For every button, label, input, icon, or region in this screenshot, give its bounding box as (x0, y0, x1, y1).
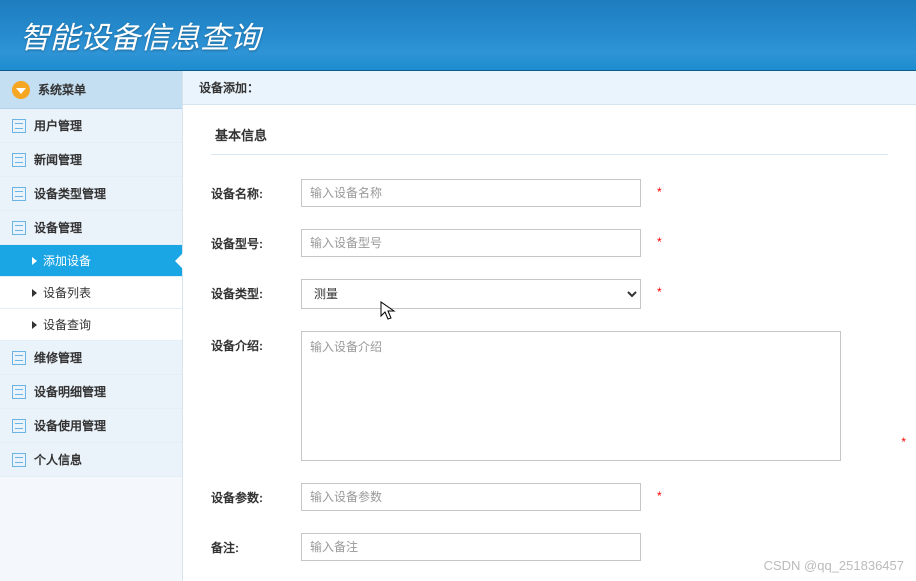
label-device-params: 设备参数: (211, 483, 301, 506)
list-icon (12, 351, 26, 365)
label-device-type: 设备类型: (211, 279, 301, 302)
select-device-type[interactable]: 测量 (301, 279, 641, 309)
sub-item-label: 设备查询 (43, 316, 91, 333)
sidebar-item-label: 用户管理 (34, 117, 82, 134)
sub-item-add-device[interactable]: 添加设备 (0, 245, 182, 277)
sidebar-item-user[interactable]: 用户管理 (0, 109, 182, 143)
list-icon (12, 453, 26, 467)
sidebar-item-label: 设备使用管理 (34, 417, 106, 434)
list-icon (12, 153, 26, 167)
sidebar-item-label: 新闻管理 (34, 151, 82, 168)
arrow-right-icon (32, 257, 37, 265)
sidebar-item-label: 维修管理 (34, 349, 82, 366)
arrow-right-icon (32, 321, 37, 329)
sidebar-item-label: 个人信息 (34, 451, 82, 468)
sidebar-item-device-detail[interactable]: 设备明细管理 (0, 375, 182, 409)
main-content: 设备添加： 基本信息 设备名称: * 设备型号: * 设备类型: 测量 * (183, 71, 916, 581)
sidebar-menu-title: 系统菜单 (38, 81, 86, 98)
list-icon (12, 187, 26, 201)
sidebar-item-device-usage[interactable]: 设备使用管理 (0, 409, 182, 443)
sub-item-device-list[interactable]: 设备列表 (0, 277, 182, 309)
app-title: 智能设备信息查询 (20, 13, 260, 57)
sidebar-menu-header[interactable]: 系统菜单 (0, 71, 182, 109)
input-device-params[interactable] (301, 483, 641, 511)
required-mark: * (657, 483, 662, 503)
sidebar-item-profile[interactable]: 个人信息 (0, 443, 182, 477)
sub-item-label: 添加设备 (43, 252, 91, 269)
label-device-model: 设备型号: (211, 229, 301, 252)
list-icon (12, 419, 26, 433)
input-device-model[interactable] (301, 229, 641, 257)
list-icon (12, 221, 26, 235)
list-icon (12, 385, 26, 399)
required-mark: * (657, 179, 662, 199)
required-mark: * (901, 429, 906, 449)
label-remark: 备注: (211, 533, 301, 556)
breadcrumb-text: 设备添加： (199, 79, 259, 96)
sidebar-item-repair[interactable]: 维修管理 (0, 341, 182, 375)
sidebar-item-device[interactable]: 设备管理 (0, 211, 182, 245)
sidebar-item-label: 设备明细管理 (34, 383, 106, 400)
input-remark[interactable] (301, 533, 641, 561)
required-mark: * (657, 279, 662, 299)
sidebar-item-news[interactable]: 新闻管理 (0, 143, 182, 177)
section-title: 基本信息 (211, 125, 888, 155)
sidebar-item-device-type[interactable]: 设备类型管理 (0, 177, 182, 211)
sidebar: 系统菜单 用户管理 新闻管理 设备类型管理 设备管理 添加设备 设备列表 (0, 71, 183, 581)
sub-item-label: 设备列表 (43, 284, 91, 301)
app-header: 智能设备信息查询 (0, 0, 916, 71)
arrow-right-icon (32, 289, 37, 297)
collapse-icon (12, 81, 30, 99)
label-device-intro: 设备介绍: (211, 331, 301, 354)
sidebar-item-label: 设备管理 (34, 219, 82, 236)
textarea-device-intro[interactable] (301, 331, 841, 461)
list-icon (12, 119, 26, 133)
sub-item-device-query[interactable]: 设备查询 (0, 309, 182, 341)
required-mark: * (657, 229, 662, 249)
input-device-name[interactable] (301, 179, 641, 207)
label-device-name: 设备名称: (211, 179, 301, 202)
sidebar-item-label: 设备类型管理 (34, 185, 106, 202)
breadcrumb: 设备添加： (183, 71, 916, 105)
